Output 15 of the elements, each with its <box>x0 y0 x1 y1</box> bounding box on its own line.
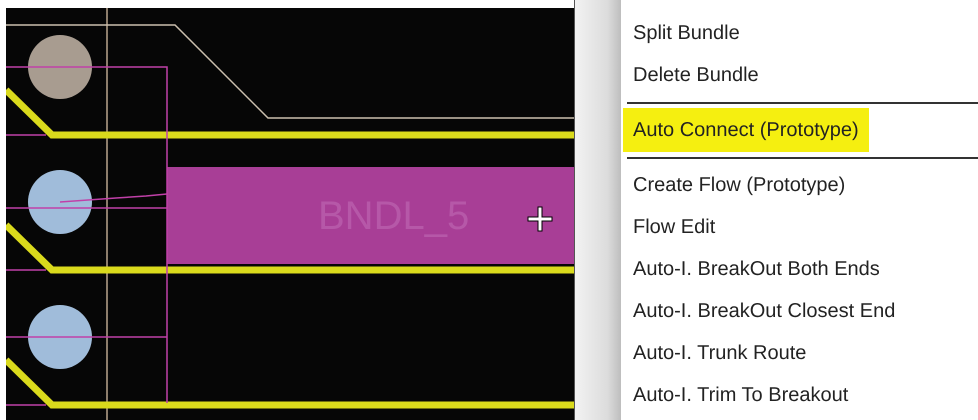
pad[interactable] <box>28 305 92 369</box>
menu-item[interactable]: Auto-I. Trim To Breakout <box>623 374 858 416</box>
trace[interactable] <box>6 358 574 408</box>
menu-item[interactable]: Delete Bundle <box>623 54 769 96</box>
menu-item[interactable]: Auto-I. BreakOut Both Ends <box>623 248 890 290</box>
pad[interactable] <box>28 170 92 234</box>
menu-item[interactable]: Auto-I. BreakOut Closest End <box>623 290 906 332</box>
menu-item[interactable]: Flow Edit <box>623 206 726 248</box>
crosshair-cursor-icon <box>528 206 552 232</box>
menu-item[interactable]: Split Bundle <box>623 12 750 54</box>
menu-item[interactable]: Create Flow (Prototype) <box>623 164 856 206</box>
menu-item[interactable]: Auto Connect (Prototype) <box>623 108 869 152</box>
trace[interactable] <box>6 88 574 138</box>
pad[interactable] <box>28 35 92 99</box>
menu-item[interactable]: Auto-I. Trunk Route <box>623 332 816 374</box>
